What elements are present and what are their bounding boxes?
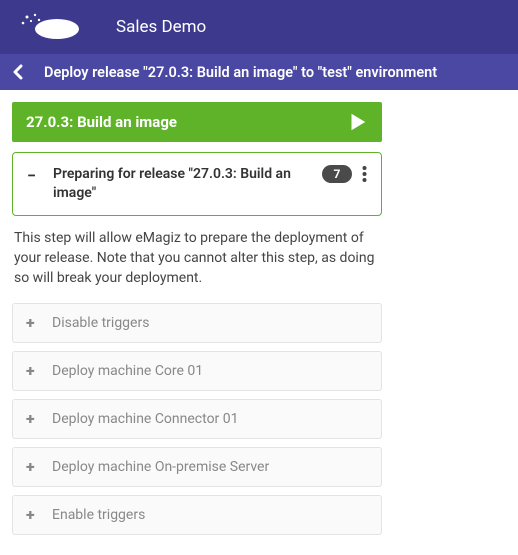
- step-count-badge: 7: [322, 165, 352, 183]
- step-deploy-onpremise[interactable]: + Deploy machine On-premise Server: [12, 447, 382, 487]
- step-label: Deploy machine Core 01: [52, 363, 203, 379]
- play-icon: [346, 111, 368, 133]
- collapse-icon[interactable]: −: [27, 166, 43, 185]
- expand-icon: +: [26, 315, 40, 331]
- expand-icon: +: [26, 411, 40, 427]
- active-step-description: This step will allow eMagiz to prepare t…: [12, 224, 382, 303]
- main-content: 27.0.3: Build an image − Preparing for r…: [0, 90, 518, 555]
- step-disable-triggers[interactable]: + Disable triggers: [12, 303, 382, 343]
- app-header: Sales Demo: [0, 0, 518, 54]
- release-banner: 27.0.3: Build an image: [12, 102, 382, 142]
- step-deploy-core-01[interactable]: + Deploy machine Core 01: [12, 351, 382, 391]
- deployment-panel: 27.0.3: Build an image − Preparing for r…: [12, 102, 382, 535]
- step-label: Deploy machine Connector 01: [52, 411, 239, 427]
- run-button[interactable]: [346, 111, 368, 133]
- step-enable-triggers[interactable]: + Enable triggers: [12, 495, 382, 535]
- step-label: Deploy machine On-premise Server: [52, 459, 269, 475]
- step-deploy-connector-01[interactable]: + Deploy machine Connector 01: [12, 399, 382, 439]
- active-step-card[interactable]: − Preparing for release "27.0.3: Build a…: [12, 152, 382, 216]
- page-title: Deploy release "27.0.3: Build an image" …: [44, 64, 437, 81]
- kebab-icon: [362, 165, 367, 183]
- back-button[interactable]: [10, 64, 26, 80]
- app-title: Sales Demo: [116, 17, 206, 37]
- step-label: Disable triggers: [52, 315, 149, 331]
- breadcrumb-bar: Deploy release "27.0.3: Build an image" …: [0, 54, 518, 90]
- expand-icon: +: [26, 459, 40, 475]
- step-menu-button[interactable]: [362, 165, 367, 183]
- expand-icon: +: [26, 507, 40, 523]
- active-step-label: Preparing for release "27.0.3: Build an …: [53, 165, 312, 203]
- expand-icon: +: [26, 363, 40, 379]
- release-title: 27.0.3: Build an image: [26, 113, 177, 131]
- chevron-left-icon: [10, 64, 26, 80]
- step-label: Enable triggers: [52, 507, 145, 523]
- app-logo: [12, 7, 92, 47]
- logo-icon: [17, 9, 87, 45]
